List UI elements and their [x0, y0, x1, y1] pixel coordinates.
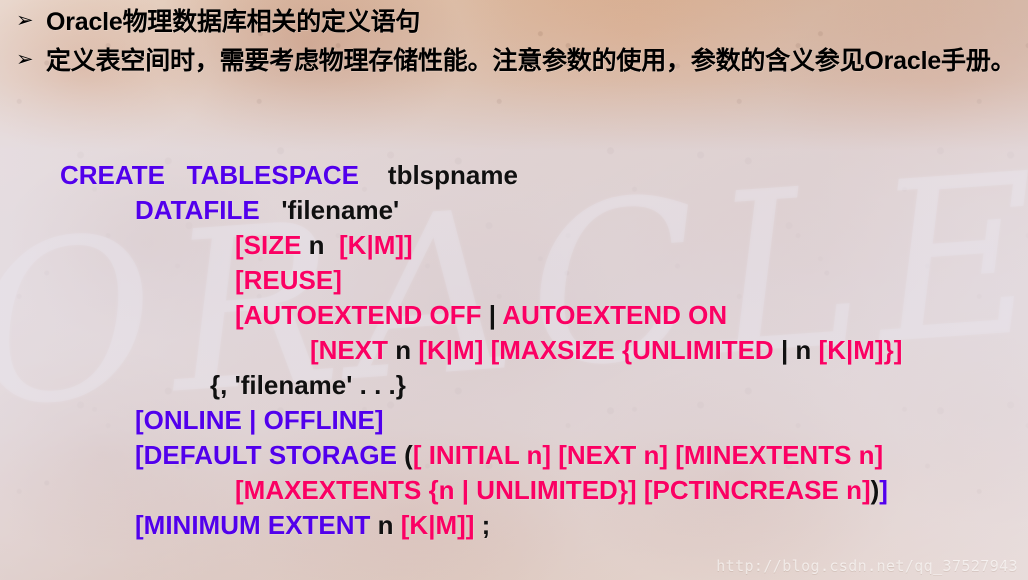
bullet-item-1: ➢ Oracle物理数据库相关的定义语句 [16, 6, 1018, 39]
slide-canvas: ORACLE ➢ Oracle物理数据库相关的定义语句 ➢ 定义表空间时，需要考… [0, 0, 1028, 580]
sql-token-opt: [REUSE] [235, 265, 342, 295]
sql-token-opt: [K|M]] [339, 230, 413, 260]
sql-token-pl: | [488, 300, 497, 330]
sql-token-opt: [K|M]] [400, 510, 475, 540]
sql-line: [NEXT n [K|M] [MAXSIZE {UNLIMITED | n [K… [0, 333, 1028, 368]
sql-token-kw: CREATE TABLESPACE [60, 160, 360, 190]
sql-token-pl: ( [404, 440, 413, 470]
sql-line: [MINIMUM EXTENT n [K|M]] ; [0, 508, 1028, 543]
sql-token-opt: [K|M]}] [818, 335, 903, 365]
sql-line: CREATE TABLESPACE tblspname [0, 158, 1028, 193]
sql-token-kw: [MINIMUM EXTENT [135, 510, 378, 540]
sql-token-pl: 'filename' [259, 195, 400, 225]
sql-token-kw: [DEFAULT STORAGE [135, 440, 405, 470]
slide-content: ➢ Oracle物理数据库相关的定义语句 ➢ 定义表空间时，需要考虑物理存储性能… [0, 0, 1028, 580]
sql-line: [REUSE] [0, 263, 1028, 298]
sql-token-kw: DATAFILE [135, 195, 260, 225]
sql-token-opt: [ INITIAL n] [NEXT n] [MINEXTENTS n] [412, 440, 884, 470]
bullet-item-2-text: 定义表空间时，需要考虑物理存储性能。注意参数的使用，参数的含义参见Oracle手… [46, 46, 1016, 75]
sql-token-pl: ) [870, 475, 880, 505]
sql-token-opt: AUTOEXTEND ON [496, 300, 728, 330]
sql-token-pl: n [395, 335, 412, 365]
sql-token-pl: tblspname [359, 160, 518, 190]
sql-token-pl: n [301, 230, 340, 260]
sql-token-opt: [AUTOEXTEND OFF [235, 300, 489, 330]
sql-token-pl: n [377, 510, 401, 540]
sql-token-pl: {, 'filename' . . .} [210, 370, 406, 400]
arrow-bullet-icon: ➢ [16, 46, 34, 71]
arrow-bullet-icon: ➢ [16, 8, 34, 32]
sql-token-kw: ] [879, 475, 888, 505]
sql-token-opt: [SIZE [235, 230, 302, 260]
sql-line: [ONLINE | OFFLINE] [0, 403, 1028, 438]
bullet-item-1-text: Oracle物理数据库相关的定义语句 [46, 8, 421, 36]
sql-token-pl: | n [780, 335, 819, 365]
sql-line: {, 'filename' . . .} [0, 368, 1028, 403]
bullet-item-2: ➢ 定义表空间时，需要考虑物理存储性能。注意参数的使用，参数的含义参见Oracl… [16, 45, 1018, 78]
sql-token-kw: [ONLINE | OFFLINE] [135, 405, 384, 435]
sql-token-pl: ; [474, 510, 491, 540]
sql-line: [SIZE n [K|M]] [0, 228, 1028, 263]
bullet-list: ➢ Oracle物理数据库相关的定义语句 ➢ 定义表空间时，需要考虑物理存储性能… [16, 6, 1018, 77]
sql-line: [AUTOEXTEND OFF | AUTOEXTEND ON [0, 298, 1028, 333]
sql-syntax-block: CREATE TABLESPACE tblspname DATAFILE 'fil… [0, 158, 1028, 543]
sql-line: [MAXEXTENTS {n | UNLIMITED}] [PCTINCREAS… [0, 473, 1028, 508]
sql-token-opt: [MAXEXTENTS {n | UNLIMITED}] [PCTINCREAS… [235, 475, 871, 505]
sql-line: DATAFILE 'filename' [0, 193, 1028, 228]
sql-line: [DEFAULT STORAGE ([ INITIAL n] [NEXT n] … [0, 438, 1028, 473]
sql-token-opt: [K|M] [MAXSIZE {UNLIMITED [411, 335, 781, 365]
source-watermark: http://blog.csdn.net/qq_37527943 [716, 557, 1018, 575]
sql-token-opt: [NEXT [310, 335, 396, 365]
